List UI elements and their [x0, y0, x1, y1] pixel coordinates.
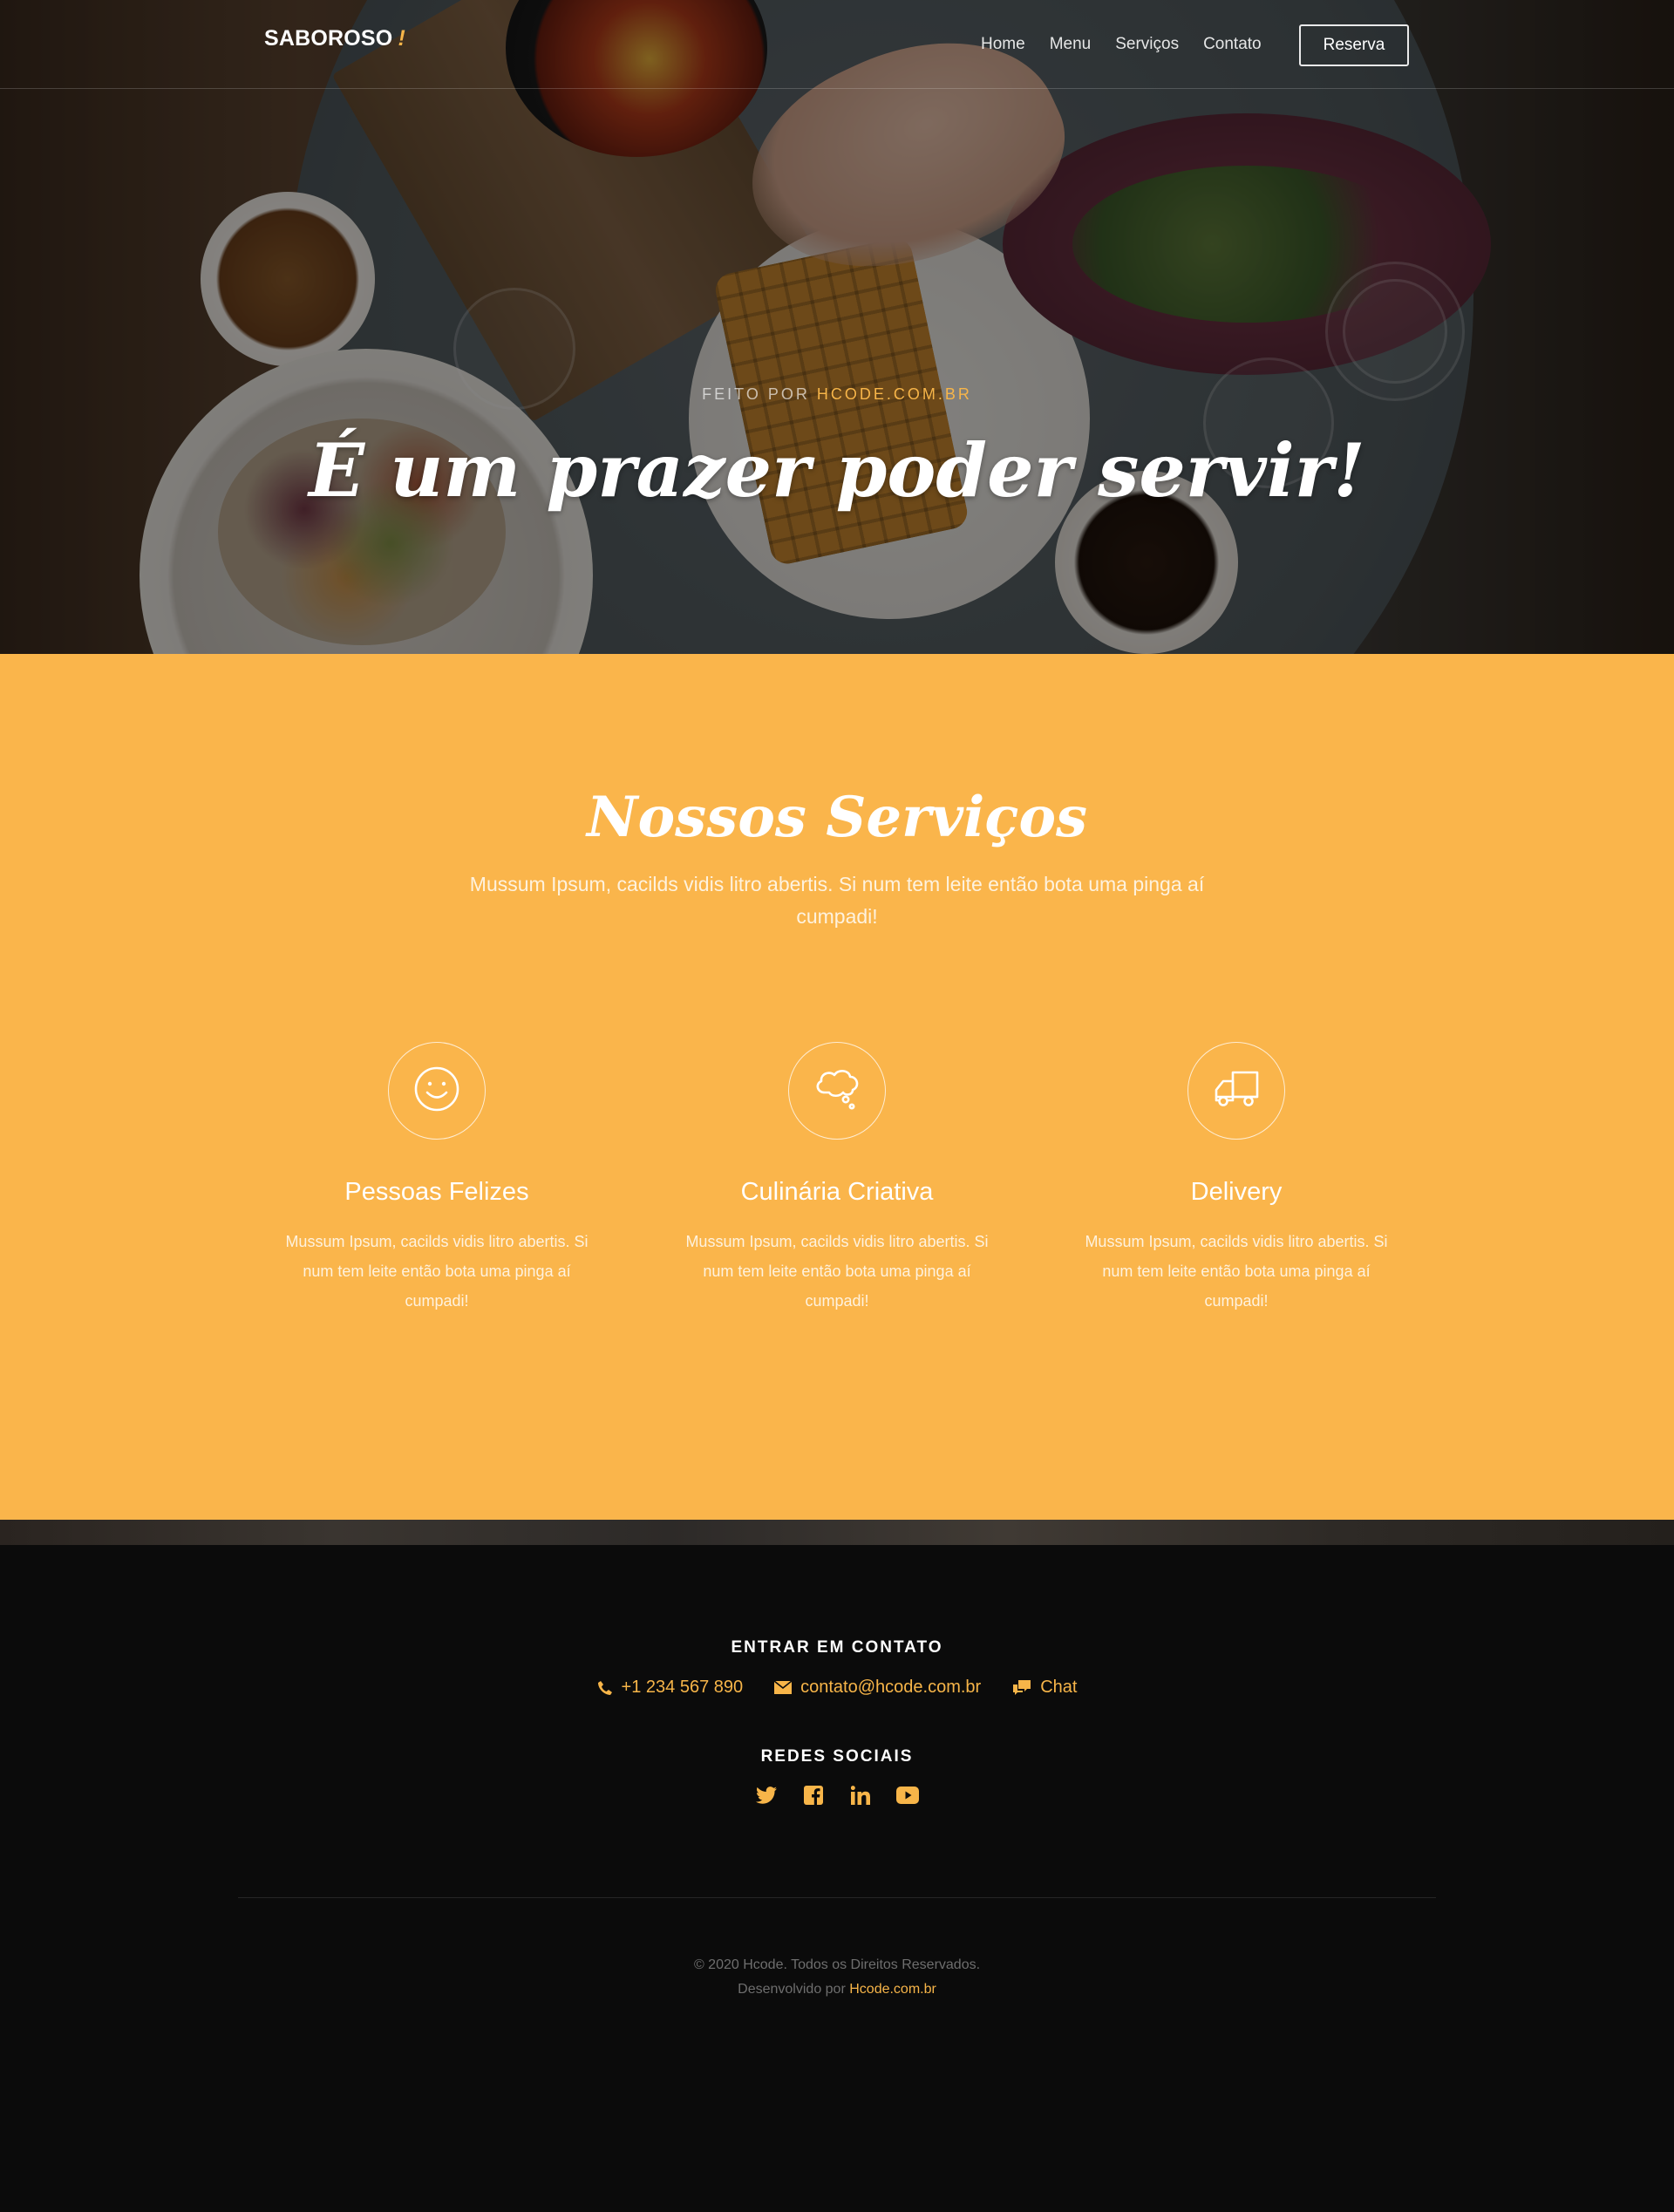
service-description: Mussum Ipsum, cacilds vidis litro aberti…: [285, 1233, 589, 1310]
youtube-icon[interactable]: [896, 1784, 919, 1807]
brand-name: SABOROSO: [264, 26, 393, 51]
contact-email-text: contato@hcode.com.br: [800, 1678, 982, 1697]
reserva-button[interactable]: Reserva: [1299, 24, 1409, 66]
social-list: [0, 1784, 1674, 1807]
service-title: Culinária Criativa: [740, 1178, 934, 1206]
linkedin-icon[interactable]: [849, 1784, 872, 1807]
service-card-delivery: Delivery Mussum Ipsum, cacilds vidis lit…: [1062, 1042, 1411, 1316]
nav-link-contato[interactable]: Contato: [1203, 35, 1262, 54]
hero-overlay: [0, 0, 1674, 654]
facebook-icon[interactable]: [802, 1784, 825, 1807]
nav-menu: Home Menu Serviços Contato: [981, 35, 1286, 54]
hero-subtitle-link[interactable]: HCODE.COM.BR: [817, 385, 972, 403]
chat-icon: [1012, 1679, 1031, 1696]
credit-prefix: Desenvolvido por: [738, 1982, 846, 1997]
services-intro: Mussum Ipsum, cacilds vidis litro aberti…: [469, 873, 1205, 928]
credit-link[interactable]: Hcode.com.br: [849, 1982, 936, 1997]
service-icon-circle: [388, 1042, 486, 1140]
footer: ENTRAR EM CONTATO +1 234 567 890 contato…: [0, 1545, 1674, 2212]
nav-link-menu[interactable]: Menu: [1050, 35, 1092, 54]
twitter-icon[interactable]: [755, 1784, 778, 1807]
service-title: Pessoas Felizes: [344, 1178, 529, 1206]
contact-chat-text: Chat: [1040, 1678, 1078, 1697]
footer-divider: [238, 1897, 1436, 1898]
service-description: Mussum Ipsum, cacilds vidis litro aberti…: [1085, 1233, 1388, 1310]
contact-phone[interactable]: +1 234 567 890: [597, 1678, 744, 1698]
services-title: Nossos Serviços: [586, 785, 1088, 850]
service-icon-circle: [788, 1042, 886, 1140]
service-title: Delivery: [1190, 1178, 1283, 1206]
contact-phone-text: +1 234 567 890: [621, 1678, 744, 1697]
service-card-pessoas-felizes: Pessoas Felizes Mussum Ipsum, cacilds vi…: [262, 1042, 611, 1316]
brand-logo[interactable]: SABOROSO!: [264, 26, 405, 51]
hero-subtitle: FEITO POR HCODE.COM.BR: [0, 385, 1674, 404]
envelope-icon: [774, 1681, 793, 1694]
copyright: © 2020 Hcode. Todos os Direitos Reservad…: [0, 1953, 1674, 2002]
brand-accent: !: [398, 26, 405, 51]
hero-section: FEITO POR HCODE.COM.BR É um prazer poder…: [0, 0, 1674, 654]
truck-icon: [1212, 1069, 1261, 1113]
service-card-culinaria-criativa: Culinária Criativa Mussum Ipsum, cacilds…: [663, 1042, 1011, 1316]
contact-list: +1 234 567 890 contato@hcode.com.br Chat: [0, 1678, 1674, 1698]
contact-heading: ENTRAR EM CONTATO: [731, 1638, 943, 1657]
nav-link-servicos[interactable]: Serviços: [1115, 35, 1179, 54]
hero-subtitle-prefix: FEITO POR: [702, 385, 810, 403]
services-section: Nossos Serviços Mussum Ipsum, cacilds vi…: [0, 654, 1674, 1520]
credit-line: Desenvolvido por Hcode.com.br: [0, 1977, 1674, 2002]
service-icon-circle: [1187, 1042, 1285, 1140]
phone-icon: [597, 1680, 613, 1696]
footer-image-strip: [0, 1520, 1674, 1545]
navbar: SABOROSO! Home Menu Serviços Contato Res…: [0, 0, 1674, 89]
hero-title: É um prazer poder servir!: [309, 427, 1365, 514]
social-heading: REDES SOCIAIS: [760, 1747, 914, 1766]
contact-chat[interactable]: Chat: [1012, 1678, 1077, 1698]
nav-link-home[interactable]: Home: [981, 35, 1025, 54]
copyright-text: © 2020 Hcode. Todos os Direitos Reservad…: [693, 1957, 981, 1972]
smiley-icon: [413, 1065, 460, 1117]
contact-email[interactable]: contato@hcode.com.br: [774, 1678, 981, 1698]
thought-bubble-icon: [813, 1066, 861, 1116]
service-description: Mussum Ipsum, cacilds vidis litro aberti…: [685, 1233, 989, 1310]
